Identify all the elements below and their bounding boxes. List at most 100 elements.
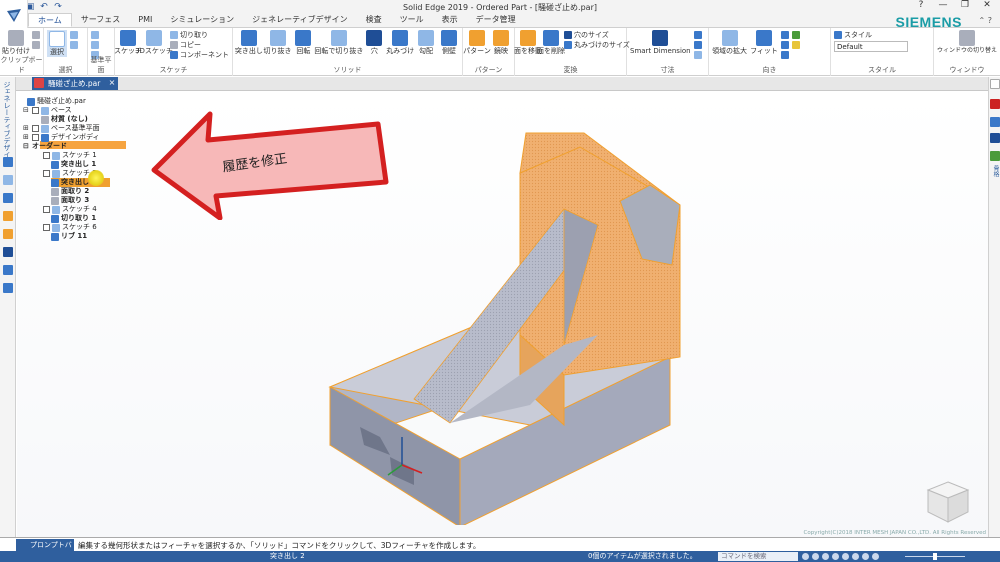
tree-sketch-6[interactable]: スケッチ 6: [43, 223, 97, 232]
check-icon[interactable]: [990, 151, 1000, 161]
sketch3d-button[interactable]: 3Dスケッチ: [135, 30, 173, 55]
revolve-cut-button[interactable]: 回転で切り抜き: [314, 30, 363, 55]
checkbox[interactable]: [43, 152, 50, 159]
pathfinder-icon[interactable]: [3, 157, 13, 167]
checkbox[interactable]: [32, 125, 39, 132]
help-button[interactable]: ?: [914, 0, 928, 10]
view-icon-1[interactable]: [791, 30, 800, 39]
smart-dimension-button[interactable]: Smart Dimension: [630, 30, 691, 55]
command-search-input[interactable]: コマンドを検索: [718, 552, 798, 561]
hole-size-button[interactable]: 穴のサイズ: [564, 30, 630, 39]
tree-chamfer-3[interactable]: 面取り 3: [51, 196, 89, 205]
mirror-button[interactable]: 鏡映: [491, 30, 511, 55]
fit-button[interactable]: フィット: [750, 30, 778, 55]
skeleton-tab[interactable]: 骨格: [991, 165, 1000, 177]
sidewall-button[interactable]: 側壁: [439, 30, 459, 55]
tree-ordered[interactable]: ⊟ オーダード: [23, 142, 67, 151]
tree-sketch-1[interactable]: スケッチ 1: [43, 151, 97, 160]
properties-icon[interactable]: [3, 247, 13, 257]
delete-face-button[interactable]: 面を削除: [537, 30, 565, 55]
close-tab-icon[interactable]: ×: [109, 77, 116, 89]
move-face-button[interactable]: 面を移動: [514, 30, 542, 55]
tree-extrude-1[interactable]: 突き出し 1: [51, 160, 96, 169]
cut-icon[interactable]: [32, 30, 40, 39]
tree-cutout-1[interactable]: 切り取り 1: [51, 214, 96, 223]
sketch-view-icon[interactable]: [852, 553, 859, 560]
fit-view-icon[interactable]: [822, 553, 829, 560]
select-option-icon[interactable]: [70, 30, 78, 39]
copy-sketch-button[interactable]: コピー: [170, 40, 229, 49]
rotate-view-icon[interactable]: [842, 553, 849, 560]
switch-window-button[interactable]: ウィンドウの切り替え: [937, 30, 997, 55]
tree-base-planes[interactable]: ⊞ ベース基準平面: [23, 124, 100, 133]
tree-sketch-4[interactable]: スケッチ 4: [43, 205, 97, 214]
tab-inspect[interactable]: 検査: [357, 13, 391, 27]
revolve-button[interactable]: 回転: [293, 30, 313, 55]
tree-root[interactable]: 騒碰ざ止め.par: [27, 97, 86, 106]
close-button[interactable]: ✕: [980, 0, 994, 10]
tree-chamfer-2[interactable]: 面取り 2: [51, 187, 89, 196]
extrude-button[interactable]: 突き出し: [235, 30, 263, 55]
pan-view-icon[interactable]: [832, 553, 839, 560]
constraint-icon[interactable]: [3, 283, 13, 293]
tab-data-management[interactable]: データ管理: [467, 13, 525, 27]
plane-icon[interactable]: [91, 30, 100, 39]
hole-button[interactable]: 穴: [364, 30, 384, 55]
dim-icon-2[interactable]: [693, 40, 702, 49]
tab-view[interactable]: 表示: [433, 13, 467, 27]
pan-icon[interactable]: [780, 40, 789, 49]
checkbox[interactable]: [43, 224, 50, 231]
round-button[interactable]: 丸みづけ: [386, 30, 414, 55]
learning-icon[interactable]: [990, 117, 1000, 127]
zoom-slider[interactable]: [905, 553, 965, 560]
layers-icon[interactable]: [3, 175, 13, 185]
prompt-bar-tab[interactable]: プロンプトバー: [16, 539, 74, 561]
component-button[interactable]: コンポーネント: [170, 50, 229, 59]
checkbox[interactable]: [43, 170, 50, 177]
round-size-button[interactable]: 丸みづけのサイズ: [564, 40, 630, 49]
paste-button[interactable]: 貼り付け: [2, 30, 30, 55]
sensor-icon[interactable]: [3, 265, 13, 275]
checkbox[interactable]: [32, 107, 39, 114]
youtube-icon[interactable]: [990, 99, 1000, 109]
zoom-out-icon[interactable]: [812, 553, 819, 560]
tab-simulation[interactable]: シミュレーション: [161, 13, 243, 27]
draft-button[interactable]: 勾配: [416, 30, 436, 55]
cutout-button[interactable]: 切り抜き: [264, 30, 292, 55]
view-cube[interactable]: [924, 480, 972, 524]
tree-rib-11[interactable]: リブ 11: [51, 232, 87, 241]
plane-angle-icon[interactable]: [91, 40, 100, 49]
copy-icon[interactable]: [32, 40, 40, 49]
generative-design-tab[interactable]: ジェネレーティブデザイン: [2, 81, 12, 165]
tab-generative-design[interactable]: ジェネレーティブデザイン: [243, 13, 357, 27]
display-mode-icon[interactable]: [862, 553, 869, 560]
dim-icon-3[interactable]: [693, 50, 702, 59]
zoom-icon[interactable]: [780, 30, 789, 39]
tree-base[interactable]: ⊟ ベース: [23, 106, 72, 115]
facebook-icon[interactable]: [990, 133, 1000, 143]
family-icon[interactable]: [3, 211, 13, 221]
maximize-button[interactable]: ❐: [958, 0, 972, 10]
zoom-in-icon[interactable]: [802, 553, 809, 560]
rotate-icon[interactable]: [780, 50, 789, 59]
view-icon-2[interactable]: [791, 40, 800, 49]
style-button[interactable]: スタイル: [834, 30, 908, 39]
close-panel-icon[interactable]: [990, 79, 1000, 89]
select-button[interactable]: 選択: [47, 30, 67, 57]
zoom-slider-thumb[interactable]: [933, 553, 937, 560]
tab-pmi[interactable]: PMI: [129, 13, 161, 27]
variables-icon[interactable]: [3, 229, 13, 239]
minimize-button[interactable]: —: [936, 0, 950, 10]
section-view-icon[interactable]: [872, 553, 879, 560]
checkbox[interactable]: [32, 134, 39, 141]
pattern-button[interactable]: パターン: [463, 30, 491, 55]
tab-surface[interactable]: サーフェス: [72, 13, 130, 27]
style-dropdown[interactable]: Default: [834, 41, 909, 52]
tree-design-body[interactable]: ⊞ デザインボディ: [23, 133, 100, 142]
tab-tools[interactable]: ツール: [391, 13, 433, 27]
zoom-area-button[interactable]: 領域の拡大: [712, 30, 747, 55]
document-tab[interactable]: 騒碰ざ止め.par ×: [32, 77, 119, 90]
tab-home[interactable]: ホーム: [28, 13, 72, 27]
checkbox[interactable]: [43, 206, 50, 213]
dim-icon-1[interactable]: [693, 30, 702, 39]
